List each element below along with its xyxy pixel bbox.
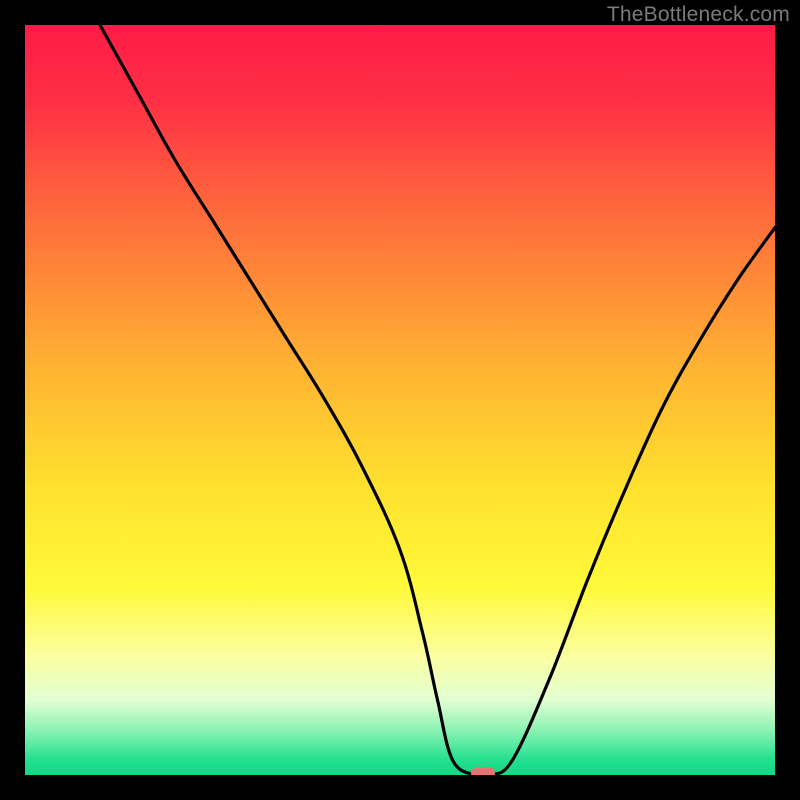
chart-frame: TheBottleneck.com	[0, 0, 800, 800]
plot-area	[25, 25, 775, 775]
bottleneck-curve	[25, 25, 775, 775]
optimal-point-marker	[471, 767, 495, 775]
watermark-text: TheBottleneck.com	[607, 3, 790, 27]
